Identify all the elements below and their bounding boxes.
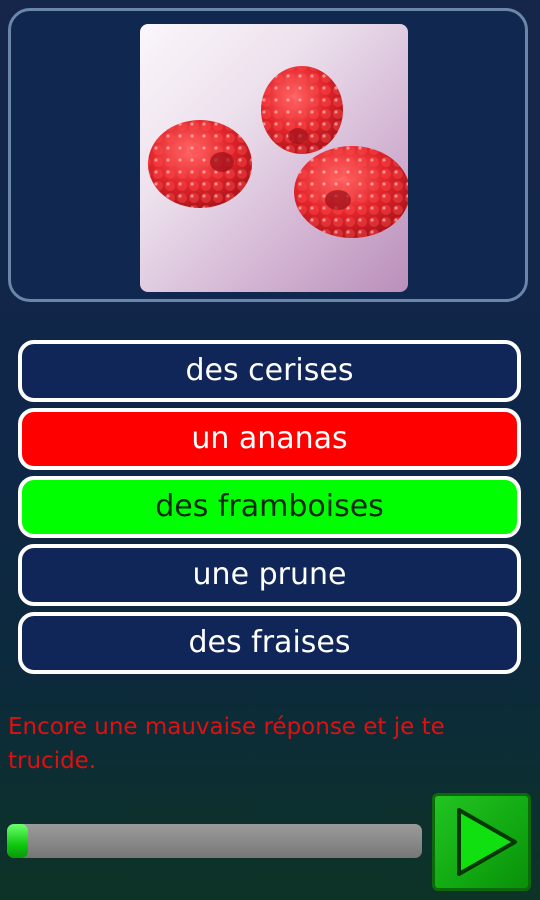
answer-button-prune[interactable]: une prune (18, 544, 521, 606)
progress-bar (7, 824, 422, 858)
answer-button-fraises[interactable]: des fraises (18, 612, 521, 674)
raspberries-photo (140, 24, 408, 292)
play-arrow-icon (457, 808, 517, 876)
progress-bar-fill (7, 824, 28, 858)
raspberry-top (261, 66, 343, 154)
question-image-panel (8, 8, 528, 302)
answer-button-ananas[interactable]: un ananas (18, 408, 521, 470)
raspberry-left (148, 120, 252, 208)
feedback-message: Encore une mauvaise réponse et je te tru… (8, 714, 445, 774)
answer-button-cerises[interactable]: des cerises (18, 340, 521, 402)
answer-list: des cerises un ananas des framboises une… (18, 340, 521, 680)
next-button[interactable] (432, 793, 531, 891)
raspberry-right (294, 146, 408, 238)
answer-button-framboises[interactable]: des framboises (18, 476, 521, 538)
raspberries-illustration (148, 66, 408, 238)
